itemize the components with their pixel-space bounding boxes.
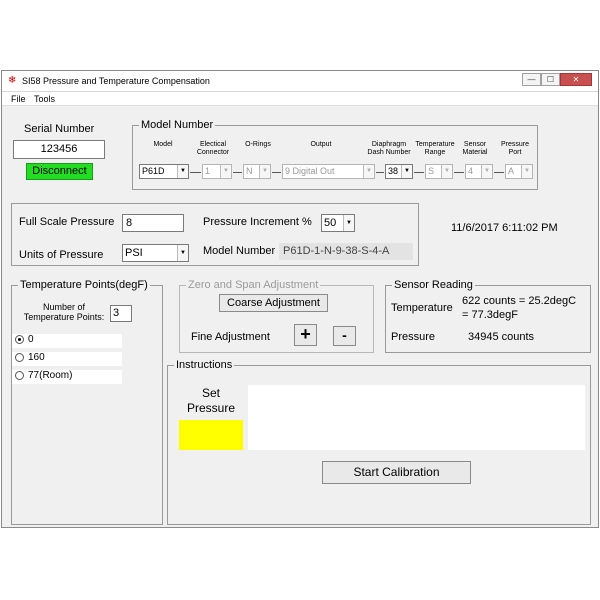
- zero-span-legend: Zero and Span Adjustment: [186, 279, 321, 291]
- fine-minus-button[interactable]: -: [333, 326, 356, 346]
- temperature-points-legend: Temperature Points(degF): [18, 279, 150, 291]
- number-of-temperature-points-label: Number of Temperature Points:: [23, 302, 105, 322]
- sensor-pressure-counts: 34945 counts: [468, 331, 535, 343]
- sensor-temperature-label: Temperature: [391, 302, 453, 314]
- connector-combo-value: 1: [205, 166, 211, 176]
- chevron-down-icon: ▼: [177, 245, 188, 261]
- sensor-reading-legend: Sensor Reading: [392, 279, 475, 291]
- serial-number-label: Serial Number: [24, 123, 95, 135]
- number-of-temperature-points-field[interactable]: 3: [110, 305, 132, 322]
- chevron-down-icon: ▼: [441, 165, 452, 178]
- orings-combo[interactable]: N ▼: [243, 164, 271, 179]
- model-combo[interactable]: P61D ▼: [139, 164, 189, 179]
- chevron-down-icon: ▼: [521, 165, 532, 178]
- model-number-group: Model Number: [132, 119, 538, 190]
- temperature-point-label: 77(Room): [28, 370, 73, 381]
- separator-dash: [454, 172, 464, 173]
- radio-unchecked-icon: [15, 352, 24, 362]
- app-window: ❄ SI58 Pressure and Temperature Compensa…: [1, 70, 599, 528]
- start-calibration-button[interactable]: Start Calibration: [322, 461, 471, 484]
- pressure-increment-label: Pressure Increment %: [203, 216, 312, 228]
- serial-number-field[interactable]: 123456: [13, 140, 105, 159]
- chevron-down-icon: ▼: [177, 165, 188, 178]
- app-logo-icon: ❄: [8, 75, 17, 86]
- separator-dash: [414, 172, 424, 173]
- set-pressure-line2: Pressure: [186, 401, 236, 415]
- output-combo-value: 9 Digital Out: [285, 166, 335, 176]
- model-number-legend: Model Number: [139, 119, 216, 131]
- chevron-down-icon: ▼: [343, 215, 354, 231]
- disconnect-button[interactable]: Disconnect: [26, 163, 93, 180]
- title-bar[interactable]: ❄ SI58 Pressure and Temperature Compensa…: [2, 71, 598, 92]
- pressure-port-combo-value: A: [508, 166, 515, 176]
- chevron-down-icon: ▼: [363, 165, 374, 178]
- chevron-down-icon: ▼: [401, 165, 412, 178]
- radio-unchecked-icon: [15, 370, 24, 380]
- separator-dash: [376, 172, 384, 173]
- header-temp-range: Temperature Range: [415, 141, 455, 156]
- menu-file[interactable]: File: [11, 94, 26, 104]
- header-model: Model: [153, 141, 173, 148]
- model-number-summary-label: Model Number: [203, 245, 276, 257]
- full-scale-pressure-field[interactable]: 8: [122, 214, 184, 232]
- pressure-increment-value: 50: [324, 217, 337, 229]
- sensor-material-combo-value: 4: [468, 166, 474, 176]
- header-diaphragm: Diaphragm Dash Number: [367, 141, 411, 156]
- menu-tools[interactable]: Tools: [34, 94, 55, 104]
- fine-plus-button[interactable]: +: [294, 324, 317, 346]
- temperature-point-1[interactable]: 160: [12, 352, 122, 366]
- datetime-display: 11/6/2017 6:11:02 PM: [451, 222, 558, 234]
- minimize-button[interactable]: —: [522, 73, 541, 86]
- sensor-temperature-degf: = 77.3degF: [462, 309, 518, 321]
- separator-dash: [494, 172, 504, 173]
- diaphragm-combo[interactable]: 38 ▼: [385, 164, 413, 179]
- fine-adjustment-label: Fine Adjustment: [191, 331, 270, 343]
- temperature-point-0[interactable]: 0: [12, 334, 122, 348]
- pressure-port-combo[interactable]: A ▼: [505, 164, 533, 179]
- sensor-pressure-label: Pressure: [391, 331, 436, 343]
- chevron-down-icon: ▼: [220, 165, 231, 178]
- diaphragm-combo-value: 38: [388, 166, 399, 176]
- connector-combo[interactable]: 1 ▼: [202, 164, 232, 179]
- header-connector: Electical Connector: [196, 141, 230, 156]
- header-pressure-port: Pressure Port: [500, 141, 529, 156]
- set-pressure-line1: Set: [201, 386, 220, 400]
- orings-combo-value: N: [246, 166, 253, 176]
- model-number-summary-value: P61D-1-N-9-38-S-4-A: [279, 243, 413, 260]
- separator-dash: [272, 172, 281, 173]
- temperature-point-label: 160: [28, 352, 45, 363]
- chevron-down-icon: ▼: [481, 165, 492, 178]
- temperature-point-2[interactable]: 77(Room): [12, 370, 122, 384]
- header-output: Output: [310, 141, 332, 148]
- window-title: SI58 Pressure and Temperature Compensati…: [22, 76, 210, 86]
- set-pressure-indicator: [179, 420, 243, 450]
- radio-checked-icon: [15, 334, 24, 344]
- output-combo[interactable]: 9 Digital Out ▼: [282, 164, 375, 179]
- full-scale-pressure-label: Full Scale Pressure: [19, 216, 115, 228]
- temp-range-combo-value: S: [428, 166, 435, 176]
- sensor-temperature-counts: 622 counts = 25.2degC: [462, 295, 577, 307]
- menu-bar: File Tools: [2, 92, 598, 106]
- separator-dash: [233, 172, 242, 173]
- sensor-material-combo[interactable]: 4 ▼: [465, 164, 493, 179]
- instructions-legend: Instructions: [174, 359, 235, 371]
- header-sensor-material: Sensor Material: [462, 141, 488, 156]
- maximize-button[interactable]: ☐: [541, 73, 560, 86]
- units-of-pressure-value: PSI: [125, 247, 143, 259]
- units-of-pressure-combo[interactable]: PSI ▼: [122, 244, 189, 262]
- separator-dash: [190, 172, 201, 173]
- temperature-point-label: 0: [28, 334, 34, 345]
- header-orings: O-Rings: [245, 141, 271, 148]
- model-combo-value: P61D: [142, 166, 165, 176]
- chevron-down-icon: ▼: [259, 165, 270, 178]
- coarse-adjustment-button[interactable]: Coarse Adjustment: [219, 294, 328, 312]
- main-content: Serial Number 123456 Disconnect Model Nu…: [2, 106, 598, 527]
- pressure-increment-combo[interactable]: 50 ▼: [321, 214, 355, 232]
- close-button[interactable]: ✕: [560, 73, 592, 86]
- temp-range-combo[interactable]: S ▼: [425, 164, 453, 179]
- units-of-pressure-label: Units of Pressure: [19, 249, 104, 261]
- instructions-text-area: [248, 385, 585, 450]
